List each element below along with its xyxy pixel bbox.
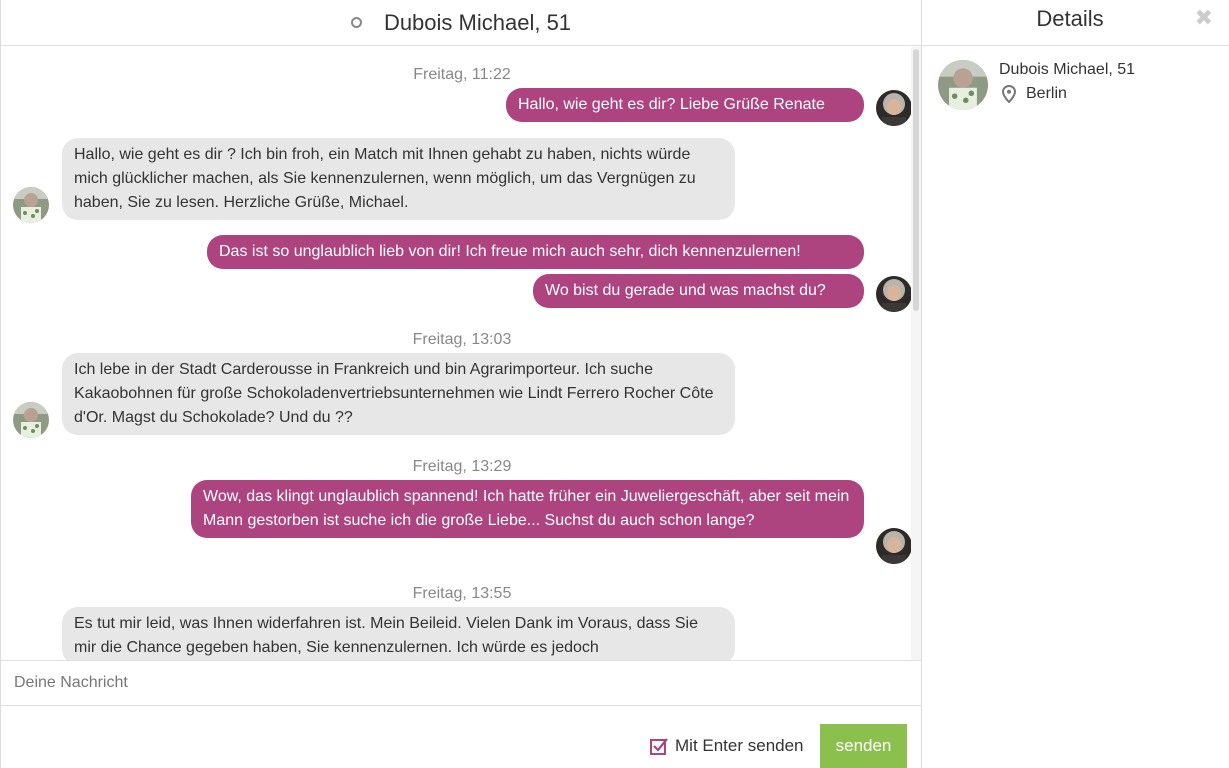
avatar[interactable]	[13, 187, 49, 223]
close-icon[interactable]: ✖	[1195, 7, 1213, 29]
profile-location: Berlin	[1002, 85, 1067, 103]
message-input-row	[1, 660, 921, 706]
scrollbar-thumb[interactable]	[913, 49, 919, 311]
message-input[interactable]	[1, 673, 896, 693]
timestamp: Freitag, 13:55	[412, 585, 512, 602]
enter-to-send-toggle[interactable]: Mit Enter senden	[650, 736, 804, 756]
chat-header: Dubois Michael, 51	[1, 0, 921, 46]
message-outgoing: Hallo, wie geht es dir? Liebe Grüße Rena…	[506, 88, 864, 122]
send-button[interactable]: senden	[820, 724, 907, 768]
details-title: Details	[1036, 6, 1104, 31]
details-header: Details ✖	[922, 0, 1229, 46]
avatar[interactable]	[13, 402, 49, 438]
timestamp: Freitag, 13:29	[412, 458, 512, 475]
profile-name: Dubois Michael, 51	[999, 61, 1136, 78]
message-outgoing: Wo bist du gerade und was machst du?	[533, 274, 864, 308]
message-incoming: Ich lebe in der Stadt Carderousse in Fra…	[62, 353, 735, 435]
message-outgoing: Das ist so unglaublich lieb von dir! Ich…	[207, 235, 864, 269]
enter-to-send-label: Mit Enter senden	[675, 736, 804, 755]
offline-circle-icon	[350, 17, 362, 28]
timestamp: Freitag, 11:22	[413, 66, 511, 83]
message-incoming: Hallo, wie geht es dir ? Ich bin froh, e…	[62, 138, 735, 220]
avatar[interactable]	[876, 276, 912, 312]
profile-location-text: Berlin	[1026, 85, 1067, 102]
scrollbar[interactable]	[911, 47, 921, 660]
chat-app: Dubois Michael, 51 Freitag, 11:22 Hallo,…	[0, 0, 1229, 768]
timestamp: Freitag, 13:03	[412, 331, 512, 348]
map-pin-icon	[1002, 85, 1016, 103]
chat-title: Dubois Michael, 51	[383, 9, 572, 35]
chat-pane: Dubois Michael, 51 Freitag, 11:22 Hallo,…	[0, 0, 922, 768]
checkbox-checked-icon[interactable]	[650, 737, 668, 755]
profile-avatar[interactable]	[938, 60, 988, 110]
message-outgoing: Wow, das klingt unglaublich spannend! Ic…	[191, 480, 864, 538]
message-incoming: Es tut mir leid, was Ihnen widerfahren i…	[62, 607, 735, 660]
avatar[interactable]	[876, 528, 912, 564]
avatar[interactable]	[876, 90, 912, 126]
message-list[interactable]: Freitag, 11:22 Hallo, wie geht es dir? L…	[1, 47, 921, 660]
details-pane: Details ✖ Dubois Michael, 51 Berlin	[922, 0, 1229, 768]
compose-footer: Mit Enter senden senden	[1, 706, 921, 768]
